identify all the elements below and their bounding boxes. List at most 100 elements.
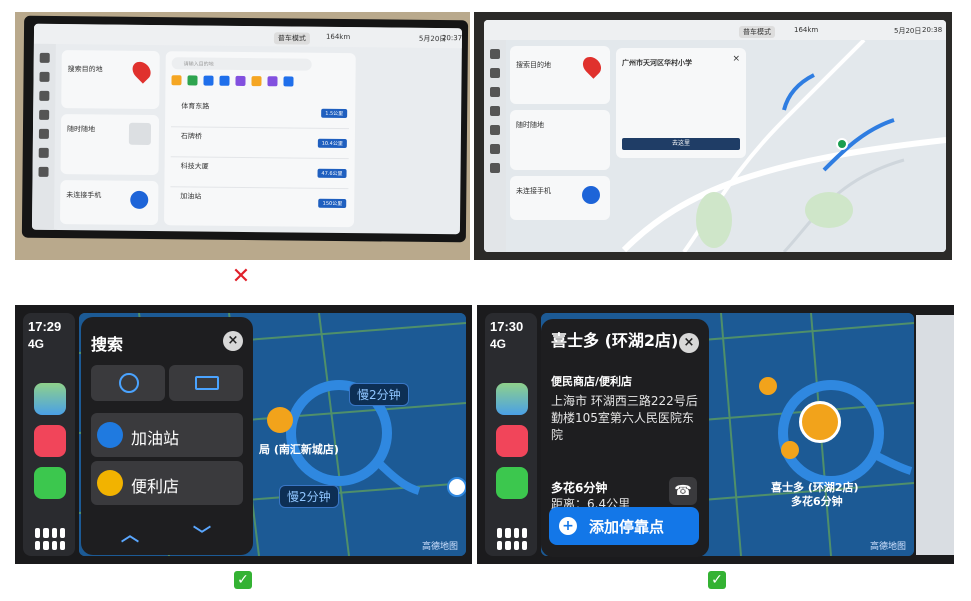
poi-marker-icon[interactable] [759,377,777,395]
clock: 17:29 [28,319,62,334]
maps-app-icon[interactable] [34,383,66,415]
chevron-down-icon[interactable]: ﹀ [193,521,211,547]
item-name: 科技大厦 [180,162,209,171]
search-panel: 请输入目的地 体育东路 1.5公里 石牌桥 10.4公里 科技大厦 47.6公里… [163,51,356,228]
carplay-sidebar: 17:30 4G [485,313,537,556]
add-stop-label: 添加停靠点 [589,518,665,536]
item-dist[interactable]: 1.5公里 [321,108,348,119]
bluetooth-icon [582,186,600,204]
item-dist[interactable]: 47.6公里 [317,168,347,179]
maps-app-icon[interactable] [496,383,528,415]
search-prompt: 搜索目的地 [67,65,103,74]
category-icon[interactable] [283,76,294,87]
poi-address: 上海市 环湖西三路222号后勤楼105室第六人民医院东院 [551,394,698,442]
mode-badge[interactable]: 普车模式 [739,26,775,38]
item-dist[interactable]: 10.4公里 [317,138,347,149]
range-text: 164km [325,32,351,42]
category-icon[interactable] [219,75,230,86]
close-button[interactable]: × [223,331,243,351]
poi-title: 广州市天河区华村小学 [622,59,692,67]
bluetooth-card[interactable]: 未连接手机 [59,180,159,226]
nav-card[interactable]: 搜索目的地 [61,50,160,110]
date-text: 5月20日 [894,27,922,35]
poi-marker-icon[interactable] [267,407,293,433]
keyboard-icon [195,376,219,390]
music-card[interactable]: 随时随地 [60,114,160,176]
phone-app-icon[interactable] [496,467,528,499]
chevron-up-icon[interactable]: ︿ [121,521,139,547]
category-icon[interactable] [235,75,246,86]
close-button[interactable]: × [679,333,699,353]
phone-button[interactable]: ☎ [669,477,697,505]
bt-label: 未连接手机 [66,191,102,200]
background-strip [916,315,954,555]
app-grid-icon[interactable] [497,528,527,550]
nav-card[interactable]: 搜索目的地 [510,46,610,104]
search-input[interactable]: 请输入目的地 [171,57,312,71]
category-item[interactable]: 加油站 [91,413,243,457]
photo-panel-map-poi: 普车模式 164km 5月20日 20:38 搜索目的地 随时随地 未连接手机 … [474,12,952,260]
range-text: 164km [794,26,819,34]
item-name: 加油站 [180,192,202,201]
list-item[interactable]: 科技大厦 47.6公里 [170,157,349,190]
mode-badge[interactable]: 普车模式 [273,32,311,45]
music-app-icon[interactable] [34,425,66,457]
clock: 17:30 [490,319,524,334]
poi-eta: 多花6分钟 [551,481,608,495]
item-dist[interactable]: 150公里 [318,198,347,209]
search-panel: 搜索 × 加油站 便利店 ︿ ﹀ [81,317,253,555]
destination-icon[interactable] [447,477,466,497]
poi-panel: 喜士多 (环湖2店) × 便民商店/便利店 上海市 环湖西三路222号后勤楼10… [541,319,709,557]
poi-name: 喜士多 (环湖2店) [551,331,679,350]
gas-station-icon [97,422,123,448]
music-title: 随时随地 [66,125,96,134]
add-stop-button[interactable]: + 添加停靠点 [549,507,699,545]
go-button[interactable]: 去这里 [622,138,740,150]
left-nav [31,43,56,230]
close-icon[interactable]: × [732,54,740,64]
place-label: 局 (南汇新城店) [259,443,339,456]
bt-label: 未连接手机 [516,187,551,195]
map-pin-icon [128,58,155,84]
search-placeholder: 请输入目的地 [183,61,214,68]
category-icon[interactable] [267,76,278,87]
signal-indicator: 4G [490,337,507,351]
eta-bubble[interactable]: 慢2分钟 [349,383,409,406]
category-item[interactable]: 便利店 [91,461,243,505]
app-grid-icon[interactable] [35,528,65,550]
photo-panel-carplay-search: 17:29 4G 慢2分钟 慢2分钟 局 (南汇新城店) 高德地图 搜索 × 加 [15,305,472,564]
bluetooth-card[interactable]: 未连接手机 [510,176,610,220]
album-art [128,122,152,145]
category-icon[interactable] [203,75,214,86]
list-item[interactable]: 体育东路 1.5公里 [171,97,350,130]
photo-panel-carplay-poi: 17:30 4G 喜士多 (环湖2店) 多花6分钟 高德地图 喜士多 (环湖2店… [477,305,954,564]
panel-title: 搜索 [91,335,124,354]
voice-search-button[interactable] [91,365,165,401]
convenience-store-icon [97,470,123,496]
keyboard-button[interactable] [169,365,243,401]
watermark: 高德地图 [869,542,906,552]
map-pin-icon[interactable] [836,138,848,150]
status-bar: 普车模式 164km 5月20日 20:37 [33,23,462,49]
status-bar: 普车模式 164km 5月20日 20:38 [484,20,946,40]
time-text: 20:38 [922,26,943,34]
car-screen: 普车模式 164km 5月20日 20:38 搜索目的地 随时随地 未连接手机 … [484,20,946,252]
category-icon[interactable] [171,75,182,86]
music-card[interactable]: 随时随地 [510,110,610,170]
eta-bubble[interactable]: 慢2分钟 [279,485,339,508]
music-title: 随时随地 [516,121,544,129]
phone-app-icon[interactable] [34,467,66,499]
store-marker-icon[interactable] [799,401,841,443]
music-app-icon[interactable] [496,425,528,457]
poi-card: 广州市天河区华村小学 × 去这里 [616,48,746,158]
list-item[interactable]: 加油站 150公里 [170,187,348,219]
poi-marker-icon[interactable] [781,441,799,459]
category-icon[interactable] [187,75,198,86]
bluetooth-icon [130,190,149,209]
result-list: 体育东路 1.5公里 石牌桥 10.4公里 科技大厦 47.6公里 加油站 15… [170,97,350,219]
item-name: 石牌桥 [180,132,202,141]
list-item[interactable]: 石牌桥 10.4公里 [170,127,350,160]
category-icon[interactable] [251,76,262,87]
signal-indicator: 4G [28,337,45,351]
carplay-sidebar: 17:29 4G [23,313,75,556]
